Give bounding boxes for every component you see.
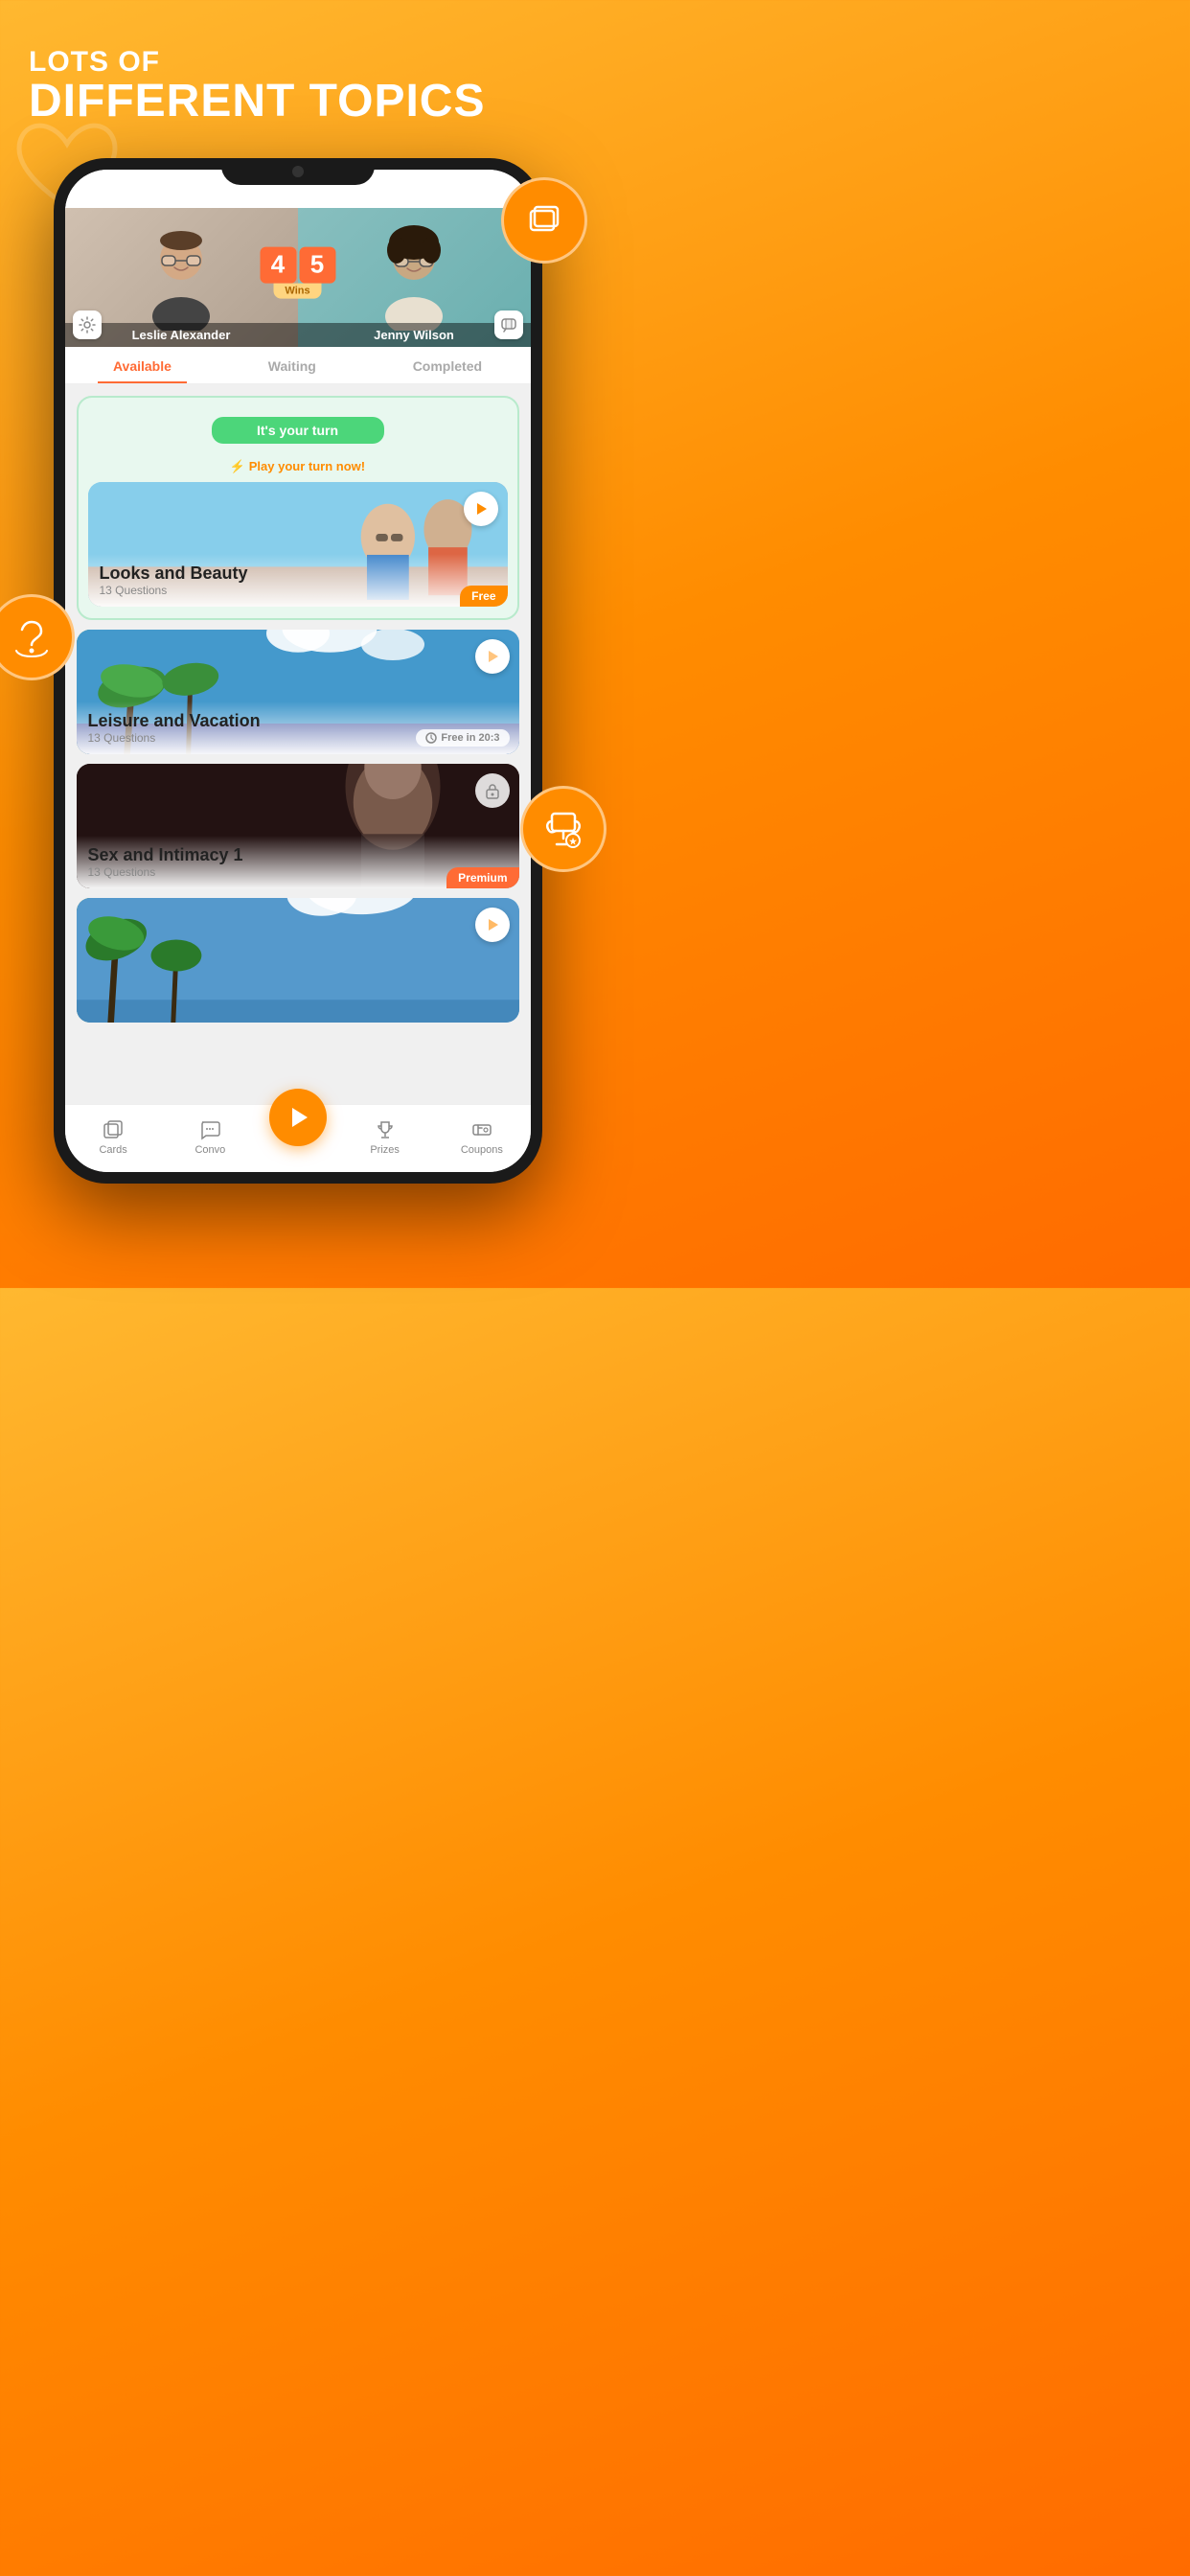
phone-frame: Leslie Alexander 4 5 Wins	[54, 158, 542, 1184]
intimacy-premium-badge: Premium	[446, 867, 518, 888]
score-label: Wins	[273, 283, 321, 298]
player-header: Leslie Alexander 4 5 Wins	[65, 208, 531, 347]
lightning-icon: ⚡	[230, 459, 245, 473]
vacation-image	[77, 898, 519, 1023]
phone-notch	[221, 158, 375, 185]
header-line1: LOTS OF	[29, 46, 485, 79]
phone-screen: Leslie Alexander 4 5 Wins	[65, 170, 531, 1172]
float-circle-trophy: ★	[520, 786, 606, 872]
camera-dot	[292, 166, 304, 177]
nav-coupons[interactable]: Coupons	[433, 1118, 530, 1156]
settings-button[interactable]	[73, 310, 102, 339]
svg-text:★: ★	[569, 837, 578, 846]
tab-completed[interactable]: Completed	[398, 355, 497, 383]
intimacy-title: Sex and Intimacy 1	[88, 845, 508, 865]
tab-waiting[interactable]: Waiting	[253, 355, 332, 383]
tabs-row: Available Waiting Completed	[65, 347, 531, 384]
vacation-play-button[interactable]	[475, 908, 510, 942]
looks-title: Looks and Beauty	[100, 564, 496, 584]
topic-card-looks[interactable]: Looks and Beauty 13 Questions Free	[88, 482, 508, 607]
your-turn-sub: ⚡ Play your turn now!	[79, 459, 517, 474]
coupons-nav-icon	[470, 1118, 493, 1141]
nav-cards-label: Cards	[99, 1144, 126, 1156]
bottom-nav: Cards Convo	[65, 1104, 531, 1172]
nav-play-center[interactable]	[259, 1113, 336, 1161]
chat-button[interactable]	[494, 310, 523, 339]
player2-score: 5	[299, 246, 335, 283]
nav-cards[interactable]: Cards	[65, 1118, 162, 1156]
looks-sub: 13 Questions	[100, 584, 496, 597]
content-area: It's your turn ⚡ Play your turn now!	[65, 384, 531, 1104]
nav-prizes-label: Prizes	[370, 1144, 400, 1156]
your-turn-card: It's your turn ⚡ Play your turn now!	[77, 396, 519, 620]
looks-play-button[interactable]	[464, 492, 498, 526]
float-circle-cards	[501, 177, 587, 264]
topic-card-leisure[interactable]: Leisure and Vacation 13 Questions Free i…	[77, 630, 519, 754]
intimacy-lock-icon	[475, 773, 510, 808]
nav-convo-label: Convo	[195, 1144, 225, 1156]
intimacy-sub: 13 Questions	[88, 865, 508, 879]
your-turn-badge: It's your turn	[212, 417, 384, 444]
score-center: 4 5 Wins	[260, 246, 335, 298]
topic-card-vacation[interactable]	[77, 898, 519, 1023]
header-line2: DIFFERENT TOPICS	[29, 79, 485, 125]
player1-score: 4	[260, 246, 296, 283]
nav-prizes[interactable]: Prizes	[336, 1118, 433, 1156]
leisure-free-in-badge: Free in 20:3	[416, 729, 509, 747]
nav-play-label	[296, 1149, 299, 1161]
prizes-nav-icon	[374, 1118, 397, 1141]
topic-card-intimacy[interactable]: Sex and Intimacy 1 13 Questions Premium	[77, 764, 519, 888]
convo-nav-icon	[198, 1118, 221, 1141]
cards-nav-icon	[102, 1118, 125, 1141]
nav-coupons-label: Coupons	[461, 1144, 503, 1156]
play-center-button[interactable]	[269, 1089, 327, 1146]
nav-convo[interactable]: Convo	[162, 1118, 259, 1156]
leisure-play-button[interactable]	[475, 639, 510, 674]
leisure-title: Leisure and Vacation	[88, 711, 508, 731]
header-section: LOTS OF DIFFERENT TOPICS	[29, 46, 485, 125]
tab-available[interactable]: Available	[98, 355, 187, 383]
looks-overlay: Looks and Beauty 13 Questions	[88, 554, 508, 607]
play-center-icon	[285, 1104, 311, 1131]
looks-free-badge: Free	[460, 586, 507, 607]
